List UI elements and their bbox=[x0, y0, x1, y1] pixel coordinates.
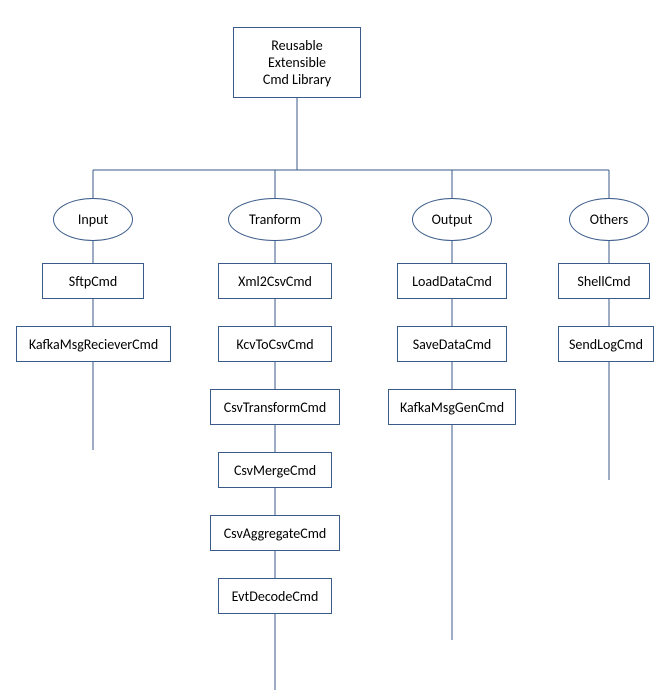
category-output: Output bbox=[412, 198, 492, 241]
cmd-kafkamsggen: KafkaMsgGenCmd bbox=[388, 389, 516, 425]
cmd-csvmerge: CsvMergeCmd bbox=[218, 452, 332, 488]
cmd-sftp-label: SftpCmd bbox=[69, 273, 117, 290]
category-others-label: Others bbox=[590, 211, 628, 228]
cmd-kcvtocsv-label: KcvToCsvCmd bbox=[236, 336, 313, 353]
cmd-csvaggregate-label: CsvAggregateCmd bbox=[224, 525, 327, 542]
cmd-kcvtocsv: KcvToCsvCmd bbox=[218, 326, 332, 362]
cmd-xml2csv-label: Xml2CsvCmd bbox=[238, 273, 312, 290]
cmd-savedata: SaveDataCmd bbox=[397, 326, 507, 362]
category-transform: Tranform bbox=[228, 198, 322, 241]
root-line3: Cmd Library bbox=[263, 71, 331, 88]
cmd-kafka-receiver-label: KafkaMsgRecieverCmd bbox=[29, 336, 158, 353]
cmd-shell: ShellCmd bbox=[558, 263, 650, 299]
category-others: Others bbox=[569, 198, 649, 241]
cmd-kafkamsggen-label: KafkaMsgGenCmd bbox=[400, 399, 504, 416]
cmd-loaddata-label: LoadDataCmd bbox=[412, 273, 492, 290]
category-output-label: Output bbox=[432, 211, 473, 228]
category-transform-label: Tranform bbox=[249, 211, 301, 228]
root-line1: Reusable bbox=[263, 37, 331, 54]
cmd-csvaggregate: CsvAggregateCmd bbox=[210, 515, 340, 551]
cmd-loaddata: LoadDataCmd bbox=[397, 263, 507, 299]
cmd-csvtransform-label: CsvTransformCmd bbox=[224, 399, 326, 416]
cmd-savedata-label: SaveDataCmd bbox=[413, 336, 491, 353]
cmd-sendlog: SendLogCmd bbox=[558, 326, 654, 362]
root-box: Reusable Extensible Cmd Library bbox=[233, 27, 361, 98]
cmd-evtdecode: EvtDecodeCmd bbox=[218, 578, 332, 614]
category-input-label: Input bbox=[78, 211, 108, 228]
root-line2: Extensible bbox=[263, 54, 331, 71]
cmd-sendlog-label: SendLogCmd bbox=[569, 336, 643, 353]
cmd-kafka-receiver: KafkaMsgRecieverCmd bbox=[16, 326, 171, 362]
cmd-xml2csv: Xml2CsvCmd bbox=[218, 263, 332, 299]
cmd-csvtransform: CsvTransformCmd bbox=[210, 389, 340, 425]
cmd-evtdecode-label: EvtDecodeCmd bbox=[232, 588, 319, 605]
category-input: Input bbox=[53, 198, 133, 241]
cmd-sftp: SftpCmd bbox=[42, 263, 144, 299]
cmd-csvmerge-label: CsvMergeCmd bbox=[234, 462, 316, 479]
cmd-shell-label: ShellCmd bbox=[577, 273, 630, 290]
